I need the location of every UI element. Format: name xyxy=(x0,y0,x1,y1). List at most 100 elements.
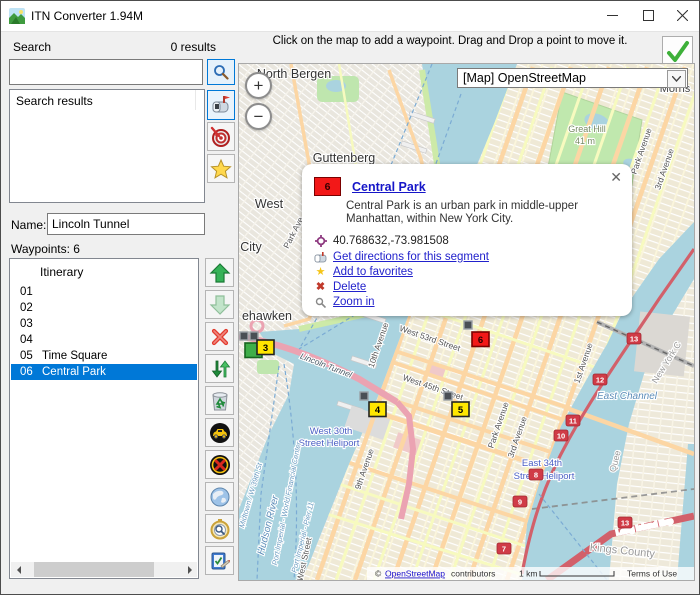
globe-icon xyxy=(210,487,229,506)
route-shield-number: 13 xyxy=(621,519,629,528)
popup-marker-badge: 6 xyxy=(314,177,341,196)
route-shield-number: 10 xyxy=(557,432,565,441)
instruction-text: Click on the map to add a waypoint. Drag… xyxy=(272,35,628,47)
search-results-header: Search results xyxy=(16,94,93,108)
globe-button[interactable] xyxy=(205,482,234,511)
list-item[interactable]: 03 xyxy=(11,316,197,332)
waypoint-anchor[interactable] xyxy=(443,391,453,401)
check-icon xyxy=(666,40,689,62)
waypoints-count-label: Waypoints: 6 xyxy=(11,242,80,256)
list-item[interactable]: 05 Time Square xyxy=(11,348,197,364)
popup-zoom-row: Zoom in xyxy=(314,295,375,309)
route-shield-number: 11 xyxy=(569,417,577,426)
send-to-gps-button[interactable] xyxy=(207,90,235,120)
edit-route-button[interactable] xyxy=(205,546,234,575)
popup-favorites-row: ★ Add to favorites xyxy=(314,265,413,279)
itinerary-list[interactable]: Itinerary 01 02 03 04 05 Time Square 06 Central… xyxy=(9,258,199,579)
search-button[interactable] xyxy=(207,59,235,85)
arrow-up-icon xyxy=(209,262,230,283)
osm-link[interactable]: OpenStreetMap xyxy=(385,569,445,579)
waypoint-anchor[interactable] xyxy=(249,331,259,341)
star-icon xyxy=(210,158,232,179)
search-results-count: 0 results xyxy=(170,40,216,54)
move-down-button[interactable] xyxy=(205,290,234,319)
layer-select-value: [Map] OpenStreetMap xyxy=(463,71,586,85)
popup-link-delete[interactable]: Delete xyxy=(333,281,366,293)
popup-description: Central Park is an urban park in middle-… xyxy=(346,200,579,225)
avoid-button[interactable] xyxy=(205,450,234,479)
popup-directions-row: Get directions for this segment xyxy=(314,250,489,264)
delete-waypoint-button[interactable] xyxy=(205,322,234,351)
route-name-input[interactable] xyxy=(47,213,205,235)
horizontal-scrollbar[interactable] xyxy=(11,562,197,577)
list-item[interactable]: 01 xyxy=(11,284,197,300)
waypoint-marker-number: 5 xyxy=(458,405,464,416)
search-icon xyxy=(214,65,229,80)
zoom-out-button[interactable]: − xyxy=(245,103,272,130)
copyright-prefix: © xyxy=(375,569,382,579)
itinerary-rows: 01 02 03 04 05 Time Square 06 Central Park xyxy=(11,284,197,380)
reverse-route-button[interactable] xyxy=(205,354,234,383)
scroll-right-arrow[interactable] xyxy=(182,562,197,577)
timer-zoom-button[interactable] xyxy=(205,514,234,543)
zoom-in-button[interactable]: + xyxy=(245,72,272,99)
app-icon xyxy=(9,8,25,24)
zoom-out-icon: − xyxy=(253,107,264,126)
mailbox-icon xyxy=(212,96,230,113)
favorites-button[interactable] xyxy=(207,154,235,183)
map-label: 41 m xyxy=(575,136,595,146)
list-item[interactable]: 06 Central Park xyxy=(11,364,197,380)
locate-button[interactable] xyxy=(207,122,235,151)
search-results-list[interactable]: Search results xyxy=(9,89,205,203)
waypoint-anchor[interactable] xyxy=(463,320,473,330)
map-label: Guttenberg xyxy=(313,151,376,165)
coordinate-icon xyxy=(314,235,327,248)
clear-route-button[interactable] xyxy=(205,386,234,415)
map-canvas[interactable]: North Bergen Guttenberg West City ehawken Mor… xyxy=(238,63,695,581)
traffic-button[interactable] xyxy=(205,418,234,447)
map-label: Great Hill xyxy=(568,124,606,134)
waypoint-marker-number: 4 xyxy=(375,405,381,416)
map-label: City xyxy=(240,240,262,254)
route-shield-number: 8 xyxy=(534,471,538,480)
popup-coordinates-row: 40.768632,-73.981508 xyxy=(314,234,449,248)
map-label: East 34th xyxy=(522,458,562,469)
popup-close-button[interactable]: ✕ xyxy=(610,170,622,184)
route-shield-number: 9 xyxy=(518,498,522,507)
waypoint-anchor[interactable] xyxy=(359,391,369,401)
popup-title-link[interactable]: Central Park xyxy=(352,180,426,194)
maximize-icon xyxy=(642,10,654,21)
target-icon xyxy=(210,126,230,147)
scroll-left-arrow[interactable] xyxy=(11,562,26,577)
route-shield-number: 7 xyxy=(502,545,506,554)
chevron-down-icon[interactable] xyxy=(667,70,686,88)
popup-delete-row: ✖ Delete xyxy=(314,280,366,294)
reverse-icon xyxy=(211,359,230,378)
avoid-icon xyxy=(209,454,230,475)
waypoint-anchor[interactable] xyxy=(239,331,249,341)
terms-link[interactable]: Terms of Use xyxy=(627,569,677,579)
scrollbar-thumb[interactable] xyxy=(34,562,154,577)
minimize-button[interactable] xyxy=(594,1,630,30)
list-item[interactable]: 04 xyxy=(11,332,197,348)
stopwatch-icon xyxy=(210,518,229,539)
popup-link-favorites[interactable]: Add to favorites xyxy=(333,266,413,278)
maximize-button[interactable] xyxy=(630,1,666,30)
close-button[interactable] xyxy=(664,1,699,30)
map-label: West 30th xyxy=(310,426,353,437)
edit-route-icon xyxy=(211,552,230,569)
move-up-button[interactable] xyxy=(205,258,234,287)
close-icon xyxy=(676,10,688,21)
popup-link-directions[interactable]: Get directions for this segment xyxy=(333,251,489,263)
popup-link-zoom-in[interactable]: Zoom in xyxy=(333,296,375,308)
waypoint-marker-number: 3 xyxy=(263,343,268,354)
map-layer-select[interactable]: [Map] OpenStreetMap xyxy=(457,68,688,88)
route-shield-number: 13 xyxy=(630,335,638,344)
directions-icon xyxy=(314,251,327,264)
arrow-down-icon xyxy=(209,294,230,315)
list-item[interactable]: 02 xyxy=(11,300,197,316)
search-input[interactable] xyxy=(9,59,203,85)
traffic-icon xyxy=(209,422,230,443)
favorite-star-icon: ★ xyxy=(315,265,326,278)
window-title: ITN Converter 1.94M xyxy=(31,9,144,23)
